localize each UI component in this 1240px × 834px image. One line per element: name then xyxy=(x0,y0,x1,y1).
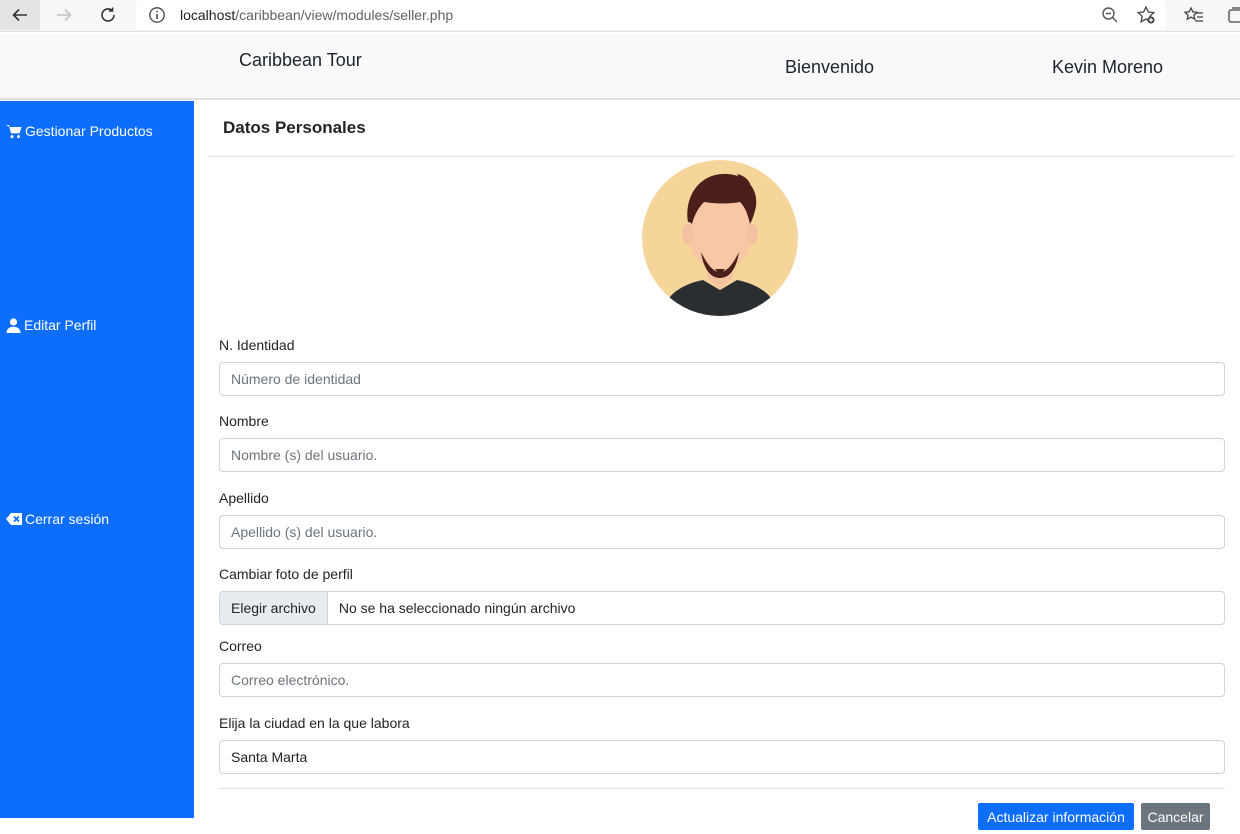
info-icon[interactable] xyxy=(148,6,166,24)
foto-label: Cambiar foto de perfil xyxy=(219,566,353,582)
file-status-text: No se ha seleccionado ningún archivo xyxy=(338,600,576,616)
update-info-button[interactable]: Actualizar información xyxy=(978,803,1134,830)
apellido-label: Apellido xyxy=(219,490,269,506)
site-header: Caribbean Tour Bienvenido Kevin Moreno xyxy=(0,34,1240,100)
city-select[interactable]: Santa Marta xyxy=(219,740,1225,774)
arrow-right-icon xyxy=(57,8,72,22)
user-icon xyxy=(6,317,21,333)
url-path: /caribbean/view/modules/seller.php xyxy=(235,7,454,23)
url-host: localhost xyxy=(180,7,236,23)
collections-icon[interactable] xyxy=(1226,5,1240,25)
sidebar-item-cerrar-sesion[interactable]: Cerrar sesión xyxy=(6,511,109,527)
page-title: Datos Personales xyxy=(223,118,366,137)
city-selected-value: Santa Marta xyxy=(231,749,308,765)
sidebar: Gestionar Productos Editar Perfil Cerrar… xyxy=(0,101,194,818)
user-name: Kevin Moreno xyxy=(1052,57,1164,77)
email-input[interactable] xyxy=(219,663,1225,697)
url-text[interactable]: localhost/caribbean/view/modules/seller.… xyxy=(180,7,453,23)
favorites-icon[interactable] xyxy=(1184,5,1204,25)
choose-file-button[interactable]: Elegir archivo xyxy=(220,592,328,624)
sidebar-item-label: Editar Perfil xyxy=(24,317,97,333)
logout-icon xyxy=(6,513,22,525)
identidad-label: N. Identidad xyxy=(219,337,295,353)
sidebar-item-label: Gestionar Productos xyxy=(25,123,153,139)
sidebar-item-label: Cerrar sesión xyxy=(25,511,110,527)
forward-button[interactable] xyxy=(44,0,84,30)
nombre-input[interactable] xyxy=(219,438,1225,472)
divider xyxy=(208,156,1235,157)
correo-label: Correo xyxy=(219,638,262,654)
identidad-input[interactable] xyxy=(219,362,1225,396)
ciudad-label: Elija la ciudad en la que labora xyxy=(219,715,410,731)
reload-icon xyxy=(101,7,115,22)
address-bar[interactable]: localhost/caribbean/view/modules/seller.… xyxy=(136,0,1166,30)
brand-title[interactable]: Caribbean Tour xyxy=(239,50,362,71)
browser-toolbar: localhost/caribbean/view/modules/seller.… xyxy=(0,0,1240,32)
welcome-text: Bienvenido xyxy=(785,57,875,77)
apellido-input[interactable] xyxy=(219,515,1225,549)
profile-photo-file-input[interactable]: Elegir archivo No se ha seleccionado nin… xyxy=(219,591,1225,625)
sidebar-item-gestionar-productos[interactable]: Gestionar Productos xyxy=(6,123,153,139)
sidebar-item-editar-perfil[interactable]: Editar Perfil xyxy=(6,317,96,333)
favorite-add-icon[interactable] xyxy=(1136,5,1156,25)
zoom-icon[interactable] xyxy=(1100,5,1120,25)
cart-icon xyxy=(6,124,22,138)
arrow-left-icon xyxy=(12,8,27,22)
cancel-button[interactable]: Cancelar xyxy=(1141,803,1210,830)
back-button[interactable] xyxy=(0,0,40,30)
avatar xyxy=(642,160,798,316)
reload-button[interactable] xyxy=(88,0,128,30)
nombre-label: Nombre xyxy=(219,413,269,429)
divider xyxy=(219,788,1225,789)
